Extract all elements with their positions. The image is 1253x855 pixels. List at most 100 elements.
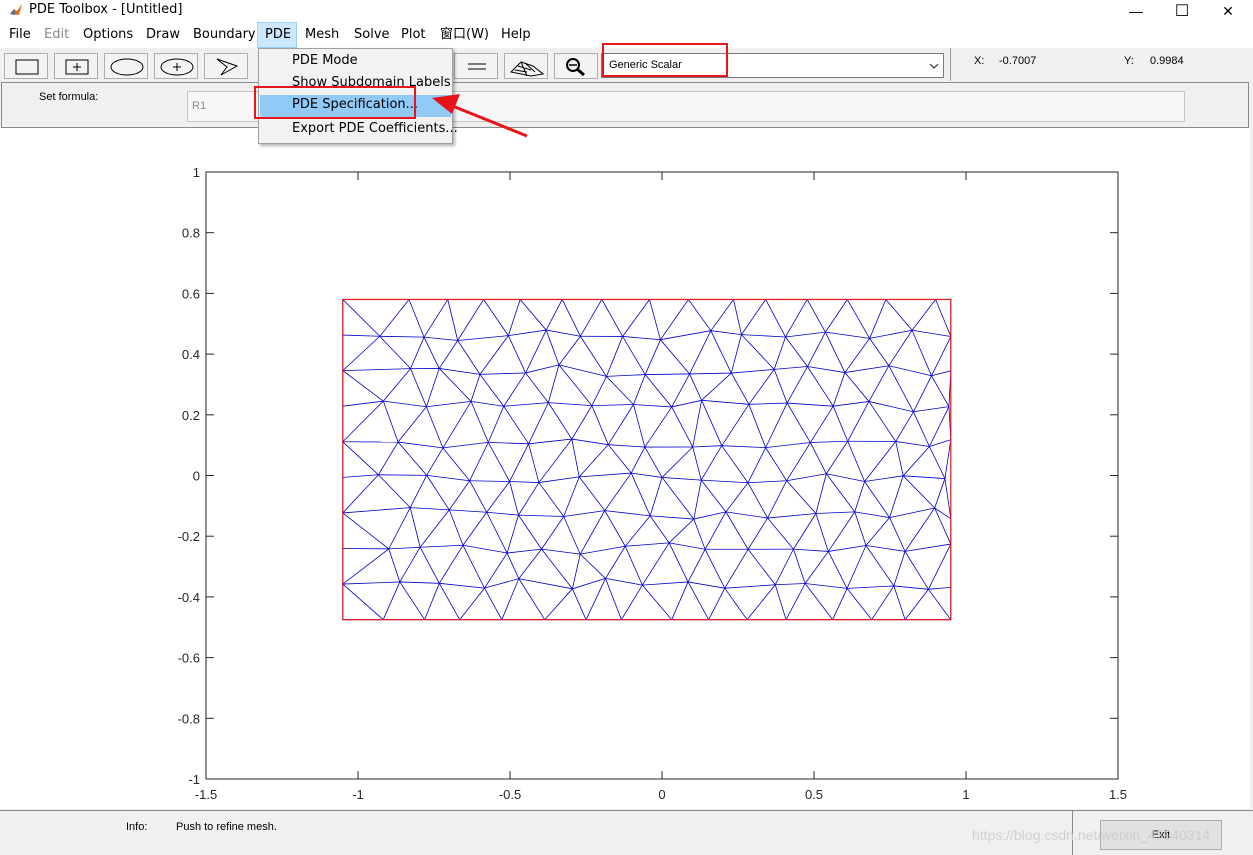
mesh-edge <box>700 445 723 481</box>
mesh-edge <box>871 585 895 620</box>
draw-ellipse-button[interactable] <box>104 53 148 79</box>
mesh-edge <box>519 299 547 331</box>
mesh-edge <box>931 336 952 376</box>
mesh-edge <box>704 549 726 589</box>
plot-area[interactable]: -1.5 -1 -0.5 0 0.5 1 1.5 1 0.8 0.6 0.4 0.2 0 -0.2 -0.4… <box>0 128 1250 809</box>
menu-file[interactable]: File <box>9 22 31 48</box>
mesh-edge <box>725 511 768 519</box>
mesh-edge <box>692 400 702 448</box>
menu-help[interactable]: Help <box>501 22 531 48</box>
menu-solve[interactable]: Solve <box>354 22 390 48</box>
mesh-edge <box>828 511 856 552</box>
mesh-edge <box>689 372 732 375</box>
mesh-edge <box>606 376 634 405</box>
draw-centered-ellipse-button[interactable] <box>154 53 198 79</box>
mesh-edge <box>398 441 443 449</box>
menu-item-pde-mode[interactable]: PDE Mode <box>292 53 358 68</box>
menu-pde[interactable]: PDE <box>265 22 291 48</box>
mesh-edge <box>426 475 450 511</box>
equals-icon <box>468 63 486 70</box>
mesh-edge <box>828 545 867 552</box>
mesh-edge <box>895 441 904 476</box>
menu-plot[interactable]: Plot <box>401 22 426 48</box>
mesh-edge <box>457 299 484 341</box>
mesh-edge <box>342 548 390 585</box>
y-tick-label: 0 <box>193 469 200 484</box>
mesh-edge <box>902 446 930 477</box>
mesh-edge <box>622 299 650 337</box>
mesh-edge <box>578 476 606 511</box>
close-button[interactable]: ✕ <box>1205 0 1251 22</box>
mesh-edge <box>442 441 489 449</box>
menu-options[interactable]: Options <box>83 22 133 48</box>
mesh-edge <box>439 582 485 589</box>
mesh-edge <box>748 369 775 405</box>
mesh-edge <box>765 442 811 449</box>
mesh-edge <box>888 365 914 412</box>
mesh-edge <box>563 510 605 517</box>
mesh-edge <box>426 406 444 449</box>
mesh-edge <box>448 509 464 546</box>
minimize-button[interactable]: — <box>1113 0 1159 22</box>
x-tick-label: 1 <box>962 787 969 802</box>
mesh-edge <box>692 446 702 481</box>
mesh-edge <box>774 548 794 585</box>
mesh-edge <box>410 507 450 511</box>
mesh-edge <box>660 339 690 375</box>
mesh-edge <box>438 545 464 584</box>
mesh-edge <box>410 368 427 407</box>
mesh-edge <box>805 583 848 589</box>
close-icon: ✕ <box>1222 2 1234 19</box>
draw-centered-rectangle-button[interactable] <box>54 53 98 79</box>
draw-rectangle-button[interactable] <box>4 53 48 79</box>
mesh-edge <box>508 329 547 336</box>
plot-3d-button[interactable] <box>504 53 548 79</box>
menu-boundary[interactable]: Boundary <box>193 22 256 48</box>
chevron-down-icon[interactable] <box>924 54 943 77</box>
mesh-edge <box>591 376 607 406</box>
mesh-edge <box>888 330 913 366</box>
mesh-edge <box>671 399 702 408</box>
mesh-edge <box>869 329 913 339</box>
draw-polygon-button[interactable] <box>204 53 248 79</box>
mesh-edge <box>558 364 593 406</box>
mesh-edge <box>506 552 520 579</box>
mesh-edge <box>741 334 775 370</box>
mesh-plot[interactable]: -1.5 -1 -0.5 0 0.5 1 1.510.80.60.40.20-0.2-0.4… <box>0 128 1250 809</box>
menu-edit[interactable]: Edit <box>44 22 69 48</box>
mesh-edge <box>426 474 470 482</box>
mesh-edge <box>518 578 546 620</box>
x-tick-label: -0.5 <box>499 787 521 802</box>
mesh-edge <box>383 368 411 402</box>
mesh-edge <box>558 335 581 366</box>
menu-draw[interactable]: Draw <box>146 22 180 48</box>
maximize-button[interactable]: ☐ <box>1159 0 1205 22</box>
mesh-edge <box>633 404 646 448</box>
mesh-edge <box>420 544 464 548</box>
mesh-edge <box>591 405 609 445</box>
mesh-edge <box>342 400 384 443</box>
mesh-edge <box>378 474 427 476</box>
mesh-edge <box>541 548 573 590</box>
mesh-edge <box>528 402 549 444</box>
mesh-edge <box>342 581 400 585</box>
mesh-edge <box>487 442 510 482</box>
mesh-edge <box>507 299 521 336</box>
centered-ellipse-icon <box>160 58 194 76</box>
menu-mesh[interactable]: Mesh <box>305 22 339 48</box>
zoom-button[interactable] <box>554 53 598 79</box>
mesh-edge <box>448 480 470 511</box>
mesh-edge <box>649 477 663 516</box>
mesh-edge <box>378 441 399 475</box>
mesh-edge <box>725 482 749 513</box>
mesh-edge <box>621 584 643 620</box>
mesh-edge <box>486 481 510 513</box>
mesh-edge <box>605 578 622 620</box>
menu-window[interactable]: 窗口(W) <box>440 22 489 48</box>
mesh-equals-button[interactable] <box>454 53 498 79</box>
mesh-edge <box>571 438 609 446</box>
matlab-app-icon <box>10 4 22 15</box>
mesh-edge <box>741 334 786 338</box>
mesh-edge <box>342 370 384 402</box>
mesh-edge <box>624 546 643 586</box>
